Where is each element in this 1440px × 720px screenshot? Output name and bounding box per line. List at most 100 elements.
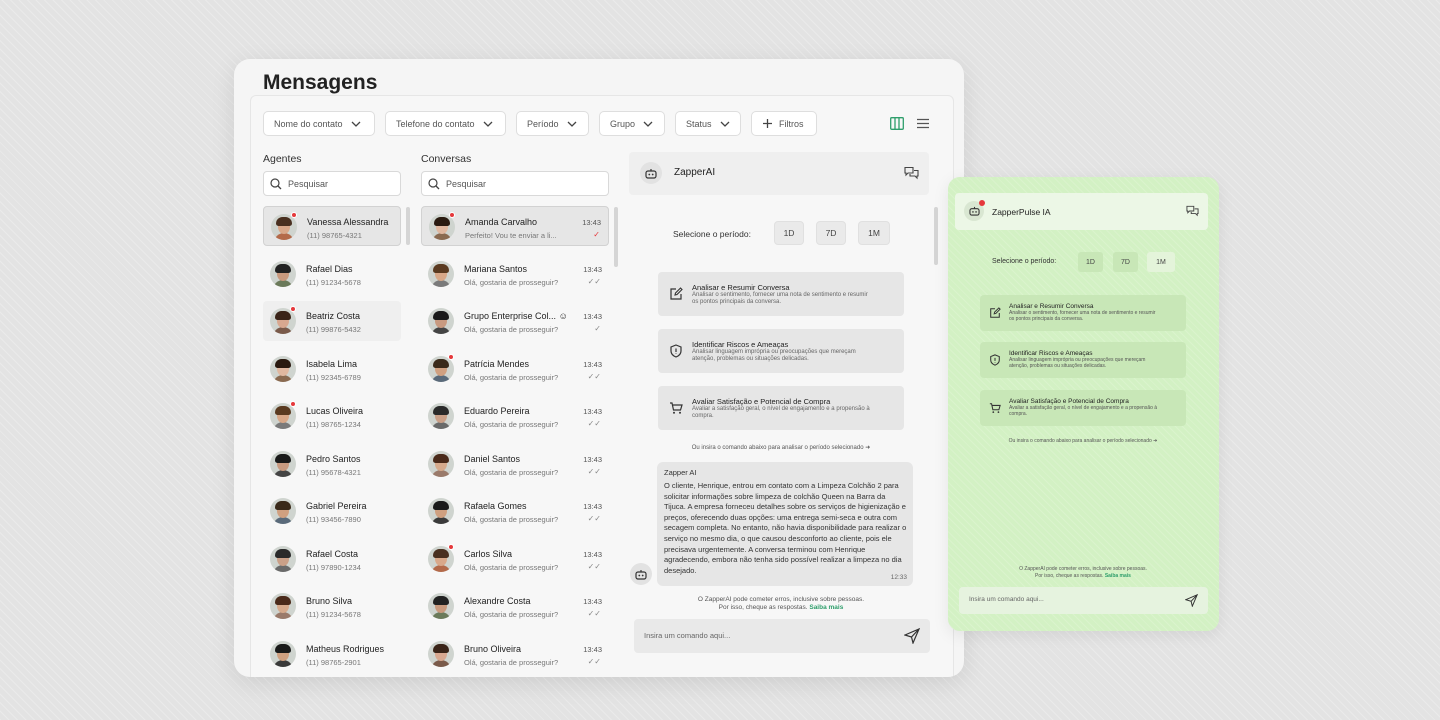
- plus-icon: [763, 119, 772, 128]
- agent-row[interactable]: Rafael Dias (11) 91234-5678: [263, 254, 401, 294]
- avatar: [270, 545, 296, 572]
- agent-phone: (11) 98765-2901: [306, 657, 361, 667]
- conversation-row[interactable]: Alexandre Costa Olá, gostaria de prosseg…: [421, 586, 609, 626]
- conversation-preview: Olá, gostaria de prosseguir?: [464, 277, 559, 287]
- agent-row[interactable]: Isabela Lima (11) 92345-6789: [263, 349, 401, 389]
- disclaimer-line-2: Por isso, cheque as respostas.: [1035, 573, 1104, 579]
- agent-row[interactable]: Bruno Silva (11) 91234-5678: [263, 586, 401, 626]
- agents-search-input[interactable]: Pesquisar: [263, 171, 401, 196]
- delivered-check-icon: ✓✓: [587, 419, 601, 428]
- learn-more-link[interactable]: Saiba mais: [1105, 573, 1131, 579]
- agent-name: Rafael Dias: [306, 263, 353, 274]
- agent-row[interactable]: Beatriz Costa (11) 99876-5432: [263, 301, 401, 341]
- action-summarize[interactable]: Analisar e Resumir Conversa Analisar o s…: [658, 272, 904, 316]
- cart-icon: [989, 403, 1001, 413]
- avatar: [428, 450, 454, 477]
- conversation-preview: Olá, gostaria de prosseguir?: [464, 325, 559, 334]
- conversation-row[interactable]: Rafaela Gomes Olá, gostaria de prossegui…: [421, 491, 609, 531]
- agent-name: Vanessa Alessandra: [307, 217, 389, 227]
- agent-phone: (11) 93456-7890: [306, 515, 361, 524]
- action-title: Analisar e Resumir Conversa: [1009, 303, 1094, 310]
- command-hint: Ou insira o comando abaixo para analisar…: [658, 444, 904, 451]
- pulse-command-input[interactable]: Insira um comando aqui...: [959, 587, 1208, 614]
- search-placeholder: Pesquisar: [288, 178, 329, 189]
- action-identify-risks[interactable]: Identificar Riscos e Ameaças Analisar li…: [658, 329, 904, 373]
- delivered-check-icon: ✓✓: [587, 656, 601, 666]
- agent-row[interactable]: Matheus Rodrigues (11) 98765-2901: [263, 634, 401, 674]
- conversations-list: Amanda Carvalho Perfeito! Vou te enviar …: [421, 206, 609, 667]
- filters-button[interactable]: Filtros: [751, 111, 817, 136]
- chat-header: ZapperAI: [629, 152, 929, 195]
- conversation-preview: Olá, gostaria de prosseguir?: [464, 420, 559, 429]
- action-description: Avaliar a satisfação geral, o nível de e…: [692, 406, 870, 419]
- filter-contact-name[interactable]: Nome do contato: [263, 111, 375, 136]
- conversation-time: 13:43: [583, 359, 602, 369]
- filter-contact-phone[interactable]: Telefone do contato: [385, 111, 506, 136]
- pulse-period-1d-button[interactable]: 1D: [1078, 252, 1103, 272]
- period-1m-button[interactable]: 1M: [858, 221, 890, 245]
- filter-status[interactable]: Status: [675, 111, 741, 136]
- agent-phone: (11) 98765-1234: [306, 420, 361, 429]
- conversation-name-wrap: Patrícia Mendes: [464, 359, 529, 369]
- agents-scrollbar[interactable]: [406, 207, 410, 245]
- pulse-action-evaluate-satisfaction[interactable]: Avaliar Satisfação e Potencial de Compra…: [980, 390, 1186, 426]
- conversation-name-wrap: Grupo Enterprise Col... ☺: [464, 311, 568, 321]
- pulse-header: ZapperPulse IA: [955, 193, 1208, 230]
- arrow-down-icon: ➜: [1153, 438, 1158, 444]
- agent-row[interactable]: Rafael Costa (11) 97890-1234: [263, 539, 401, 579]
- send-icon[interactable]: [904, 628, 920, 644]
- agent-row[interactable]: Lucas Oliveira (11) 98765-1234: [263, 396, 401, 436]
- command-input[interactable]: Insira um comando aqui...: [634, 619, 930, 653]
- conversation-row[interactable]: Bruno Oliveira Olá, gostaria de prossegu…: [421, 634, 609, 674]
- conversation-row[interactable]: Patrícia Mendes Olá, gostaria de prosseg…: [421, 349, 609, 389]
- agent-name: Bruno Silva: [306, 596, 353, 606]
- filter-period[interactable]: Período: [516, 111, 589, 136]
- pulse-period-1m-button[interactable]: 1M: [1147, 252, 1175, 272]
- action-title: Avaliar Satisfação e Potencial de Compra: [692, 397, 831, 406]
- agent-name: Gabriel Pereira: [306, 501, 367, 511]
- pulse-action-summarize[interactable]: Analisar e Resumir Conversa Analisar o s…: [980, 295, 1186, 331]
- chat-bubbles-icon[interactable]: [904, 166, 919, 180]
- conversation-row[interactable]: Grupo Enterprise Col... ☺ Olá, gostaria …: [421, 301, 609, 341]
- columns-view-icon[interactable]: [890, 117, 904, 130]
- agent-row[interactable]: Pedro Santos (11) 95678-4321: [263, 444, 401, 484]
- conversation-row[interactable]: Mariana Santos Olá, gostaria de prossegu…: [421, 254, 609, 294]
- conversation-row[interactable]: Eduardo Pereira Olá, gostaria de prosseg…: [421, 396, 609, 436]
- conversation-time: 13:43: [583, 454, 602, 464]
- conversation-name-wrap: Amanda Carvalho: [465, 217, 537, 227]
- conversation-row[interactable]: Amanda Carvalho Perfeito! Vou te enviar …: [421, 206, 609, 246]
- conversation-row[interactable]: Daniel Santos Olá, gostaria de prossegui…: [421, 444, 609, 484]
- learn-more-link[interactable]: Saiba mais: [809, 604, 843, 611]
- action-title: Avaliar Satisfação e Potencial de Compra: [1009, 398, 1129, 405]
- delivered-check-icon: ✓✓: [587, 466, 601, 476]
- list-view-icon[interactable]: [916, 117, 930, 130]
- messages-window: Mensagens Nome do contato Telefone do co…: [234, 59, 964, 677]
- conversation-time: 13:43: [583, 407, 602, 416]
- ai-disclaimer: O ZapperAI pode cometer erros, inclusive…: [658, 596, 904, 612]
- chat-bubbles-icon[interactable]: [1186, 205, 1199, 217]
- agent-row[interactable]: Vanessa Alessandra (11) 98765-4321: [263, 206, 401, 246]
- conversation-row[interactable]: Carlos Silva Olá, gostaria de prosseguir…: [421, 539, 609, 579]
- send-icon[interactable]: [1185, 594, 1198, 607]
- conversation-preview: Olá, gostaria de prosseguir?: [464, 372, 559, 382]
- conversations-scrollbar[interactable]: [614, 207, 618, 267]
- emoji-icon: ☺: [558, 311, 568, 321]
- avatar: [428, 260, 454, 287]
- action-description: Analisar o sentimento, fornecer uma nota…: [1009, 310, 1156, 322]
- pulse-period-7d-button[interactable]: 7D: [1113, 252, 1138, 272]
- period-7d-button[interactable]: 7D: [816, 221, 846, 245]
- conversation-name-wrap: Eduardo Pereira: [464, 406, 530, 416]
- period-1d-button[interactable]: 1D: [774, 221, 804, 245]
- filters-button-label: Filtros: [779, 118, 804, 129]
- conversation-time: 13:43: [582, 218, 601, 227]
- filter-group[interactable]: Grupo: [599, 111, 665, 136]
- conversation-name: Grupo Enterprise Col...: [464, 311, 557, 321]
- agent-row[interactable]: Gabriel Pereira (11) 93456-7890: [263, 491, 401, 531]
- conversations-search-input[interactable]: Pesquisar: [421, 171, 609, 196]
- action-evaluate-satisfaction[interactable]: Avaliar Satisfação e Potencial de Compra…: [658, 386, 904, 430]
- chat-scrollbar[interactable]: [934, 207, 938, 265]
- pulse-action-identify-risks[interactable]: Identificar Riscos e Ameaças Analisar li…: [980, 342, 1186, 378]
- pulse-command-hint: Ou insira o comando abaixo para analisar…: [980, 438, 1186, 444]
- action-description: Analisar linguagem imprópria ou preocupa…: [692, 349, 856, 362]
- delivered-check-icon: ✓✓: [587, 276, 601, 286]
